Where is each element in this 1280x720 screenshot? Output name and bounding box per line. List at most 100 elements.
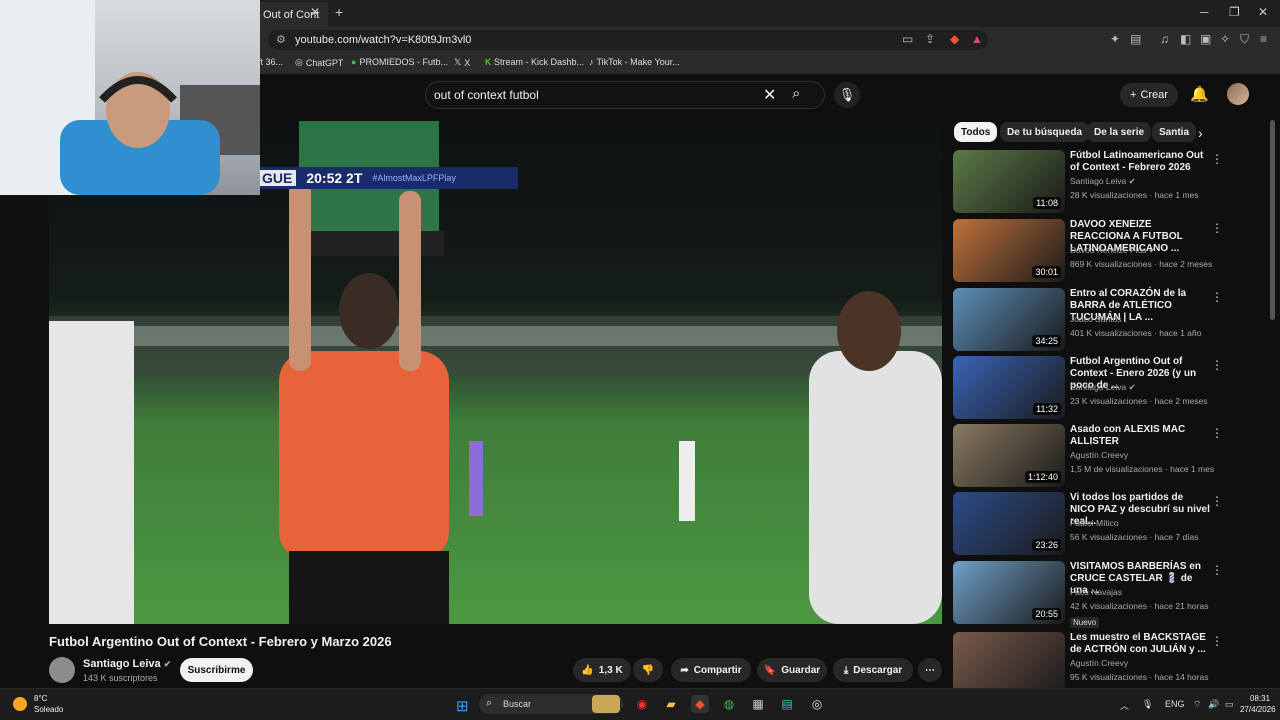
- weather-temperature[interactable]: 8°C: [34, 694, 47, 703]
- language-indicator[interactable]: ENG: [1165, 699, 1185, 709]
- search-highlight-icon[interactable]: [592, 695, 620, 713]
- search-icon[interactable]: ⌕: [792, 85, 800, 102]
- video-thumbnail[interactable]: 23:26: [953, 492, 1065, 555]
- save-button[interactable]: 🔖 Guardar: [757, 658, 827, 682]
- bookmark-item[interactable]: ♪ TikTok - Make Your...: [589, 57, 680, 67]
- vpn-icon[interactable]: ⛉: [1240, 32, 1249, 47]
- video-thumbnail[interactable]: 30:01: [953, 219, 1065, 282]
- wallet-icon[interactable]: ▣: [1200, 32, 1211, 46]
- recommendation-channel[interactable]: Santiago Leiva ✔: [1070, 382, 1136, 393]
- recommendation-title[interactable]: Asado con ALEXIS MAC ALLISTER: [1070, 424, 1210, 448]
- bookmark-item[interactable]: 𝕏X: [454, 57, 470, 68]
- bookmark-item[interactable]: K Stream - Kick Dashb...: [485, 57, 584, 67]
- recommendation-item[interactable]: 11:32 Futbol Argentino Out of Context - E…: [953, 356, 1261, 420]
- video-thumbnail[interactable]: 11:32: [953, 356, 1065, 419]
- video-thumbnail[interactable]: 1:12:40: [953, 424, 1065, 487]
- like-button[interactable]: 👍 1,3 K: [573, 658, 631, 682]
- recommendation-title[interactable]: Les muestro el BACKSTAGE de ACTRÓN con J…: [1070, 632, 1210, 656]
- obs-icon[interactable]: ◎: [808, 695, 826, 713]
- app-icon[interactable]: ▤: [778, 695, 796, 713]
- user-avatar[interactable]: [1227, 83, 1249, 105]
- cast-icon[interactable]: ▭: [902, 32, 913, 46]
- brave-shields-icon[interactable]: ◆: [950, 32, 959, 46]
- recommendation-channel[interactable]: Davoo Xeneize Plus ✔: [1070, 245, 1156, 256]
- more-vertical-icon[interactable]: ⋮: [1211, 221, 1223, 235]
- windows-start-icon[interactable]: ⊞: [456, 697, 469, 715]
- dislike-button[interactable]: 👎: [633, 658, 663, 682]
- sidebar-icon[interactable]: ◧: [1180, 32, 1191, 46]
- chip-from-series[interactable]: De la serie: [1087, 122, 1152, 142]
- download-button[interactable]: ⤓ Descargar: [833, 658, 913, 682]
- minimize-icon[interactable]: ─: [1200, 5, 1209, 19]
- recommendation-title[interactable]: Fútbol Latinoamericano Out of Context - …: [1070, 150, 1210, 174]
- site-info-icon[interactable]: ⚙: [276, 33, 286, 46]
- media-player-icon[interactable]: ◉: [633, 695, 651, 713]
- app-icon[interactable]: ▦: [749, 695, 767, 713]
- recommendation-item[interactable]: 23:26 Vi todos los partidos de NICO PAZ y…: [953, 492, 1261, 556]
- extensions-icon[interactable]: ✦: [1110, 32, 1120, 46]
- recommendation-item[interactable]: 20:55 VISITAMOS BARBERÍAS en CRUCE CASTEL…: [953, 561, 1261, 628]
- bookmark-item[interactable]: ● PROMIEDOS - Futb...: [351, 57, 448, 67]
- more-vertical-icon[interactable]: ⋮: [1211, 152, 1223, 166]
- more-vertical-icon[interactable]: ⋮: [1211, 426, 1223, 440]
- more-vertical-icon[interactable]: ⋮: [1211, 494, 1223, 508]
- video-thumbnail[interactable]: 34:25: [953, 288, 1065, 351]
- recommendation-item[interactable]: Les muestro el BACKSTAGE de ACTRÓN con J…: [953, 632, 1261, 696]
- video-thumbnail[interactable]: 11:08: [953, 150, 1065, 213]
- volume-icon[interactable]: 🔊: [1208, 699, 1219, 710]
- microphone-tray-icon[interactable]: 🎙: [1142, 699, 1153, 710]
- file-explorer-icon[interactable]: ▰: [662, 695, 680, 713]
- chevron-up-icon[interactable]: ︿: [1120, 699, 1129, 712]
- notifications-bell-icon[interactable]: 🔔: [1190, 85, 1209, 103]
- brave-browser-icon[interactable]: ◆: [691, 695, 709, 713]
- clock-date[interactable]: 27/4/2026: [1240, 705, 1276, 714]
- more-vertical-icon[interactable]: ⋮: [1211, 634, 1223, 648]
- more-vertical-icon[interactable]: ⋮: [1211, 563, 1223, 577]
- chevron-right-icon[interactable]: ›: [1198, 125, 1203, 141]
- close-tab-icon[interactable]: ✕: [310, 5, 320, 19]
- share-icon[interactable]: ⇪: [925, 32, 935, 46]
- chip-channel[interactable]: Santia: [1152, 122, 1196, 142]
- url-text[interactable]: youtube.com/watch?v=K80t9Jm3vl0: [295, 34, 471, 46]
- sun-icon[interactable]: [13, 697, 27, 711]
- brave-rewards-icon[interactable]: ▲: [971, 32, 983, 46]
- search-query[interactable]: out of context futbol: [434, 88, 539, 102]
- leo-ai-icon[interactable]: ✧: [1220, 32, 1230, 46]
- more-vertical-icon[interactable]: ⋮: [1211, 290, 1223, 304]
- more-actions-button[interactable]: ⋯: [918, 658, 942, 682]
- chip-from-search[interactable]: De tu búsqueda: [1000, 122, 1090, 142]
- recommendation-channel[interactable]: Agustín Creevy: [1070, 450, 1128, 460]
- clear-search-icon[interactable]: ✕: [763, 85, 776, 105]
- recommendation-item[interactable]: 34:25 Entro al CORAZÓN de la BARRA de ATL…: [953, 288, 1261, 352]
- recommendation-channel[interactable]: Santiago Leiva ✔: [1070, 176, 1136, 187]
- weather-condition[interactable]: Soleado: [34, 705, 63, 714]
- battery-icon[interactable]: ▭: [1225, 699, 1234, 710]
- reader-icon[interactable]: ▤: [1130, 32, 1141, 46]
- close-window-icon[interactable]: ✕: [1258, 5, 1268, 19]
- recommendation-channel[interactable]: Joaco Santos: [1070, 314, 1122, 324]
- recommendation-item[interactable]: 11:08 Fútbol Latinoamericano Out of Conte…: [953, 150, 1261, 214]
- bookmark-item[interactable]: ◎ ChatGPT: [295, 57, 343, 68]
- new-tab-icon[interactable]: +: [335, 4, 343, 20]
- bookmark-item[interactable]: ft 36...: [258, 57, 283, 67]
- chip-all[interactable]: Todos: [954, 122, 998, 142]
- subscribe-button[interactable]: Suscribirme: [180, 658, 253, 682]
- video-player[interactable]: [49, 121, 942, 624]
- video-thumbnail[interactable]: 20:55: [953, 561, 1065, 624]
- menu-icon[interactable]: ≡: [1260, 32, 1267, 46]
- maximize-icon[interactable]: ❐: [1229, 5, 1240, 19]
- channel-avatar[interactable]: [49, 657, 75, 683]
- chrome-icon[interactable]: ◍: [720, 695, 738, 713]
- recommendation-channel[interactable]: Futbol Mítico: [1070, 518, 1119, 528]
- recommendation-channel[interactable]: Facu Navajas: [1070, 587, 1122, 597]
- wifi-icon[interactable]: ⌔: [1193, 699, 1201, 710]
- clock-time[interactable]: 08:31: [1250, 694, 1270, 703]
- recommendation-item[interactable]: 1:12:40 Asado con ALEXIS MAC ALLISTER Agus…: [953, 424, 1261, 488]
- recommendation-item[interactable]: 30:01 DAVOO XENEIZE REACCIONA A FUTBOL LA…: [953, 219, 1261, 283]
- more-vertical-icon[interactable]: ⋮: [1211, 358, 1223, 372]
- microphone-icon[interactable]: 🎙: [834, 82, 860, 108]
- create-button[interactable]: + Crear: [1120, 83, 1178, 107]
- recommendation-channel[interactable]: Agustín Creevy: [1070, 658, 1128, 668]
- share-button[interactable]: ➦ Compartir: [671, 658, 751, 682]
- channel-name[interactable]: Santiago Leiva ✔: [83, 658, 171, 670]
